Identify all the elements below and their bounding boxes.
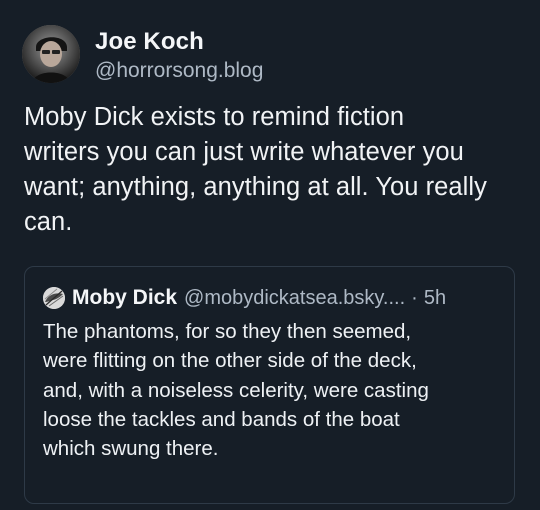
author-name[interactable]: Joe Koch: [95, 28, 204, 56]
quoted-text-line: were flitting on the other side of the d…: [43, 349, 417, 373]
quoted-post-header: Moby Dick @mobydickatsea.bsky.... · 5h: [43, 285, 503, 311]
author-avatar[interactable]: [22, 25, 80, 83]
meta-separator: ·: [411, 286, 418, 309]
post-text-line: Moby Dick exists to remind fiction: [24, 103, 405, 131]
author-handle[interactable]: @horrorsong.blog: [95, 59, 263, 83]
quoted-text-line: The phantoms, for so they then seemed,: [43, 320, 412, 343]
post-text-line: can.: [24, 208, 73, 236]
quoted-author-name[interactable]: Moby Dick: [72, 286, 177, 310]
post-text-line: writers you can just write whatever you: [24, 138, 464, 166]
quoted-post-card[interactable]: Moby Dick @mobydickatsea.bsky.... · 5h T…: [24, 266, 515, 504]
quoted-text-line: and, with a noiseless celerity, were cas…: [43, 378, 429, 402]
post-text-line: want; anything, anything at all. You rea…: [24, 173, 487, 201]
quoted-author-avatar[interactable]: [43, 287, 65, 309]
quoted-post-timestamp[interactable]: 5h: [424, 287, 446, 310]
quoted-text-line: which swung there.: [43, 437, 219, 461]
quoted-text-line: loose the tackles and bands of the boat: [43, 407, 400, 431]
quoted-post-text: The phantoms, for so they then seemed, w…: [43, 317, 503, 463]
user-avatar-icon: [22, 25, 80, 83]
post: Joe Koch @horrorsong.blog Moby Dick exis…: [0, 0, 540, 510]
quoted-author-handle[interactable]: @mobydickatsea.bsky....: [184, 287, 405, 310]
whale-illustration-icon: [43, 287, 65, 309]
post-text: Moby Dick exists to remind fiction write…: [24, 100, 524, 240]
